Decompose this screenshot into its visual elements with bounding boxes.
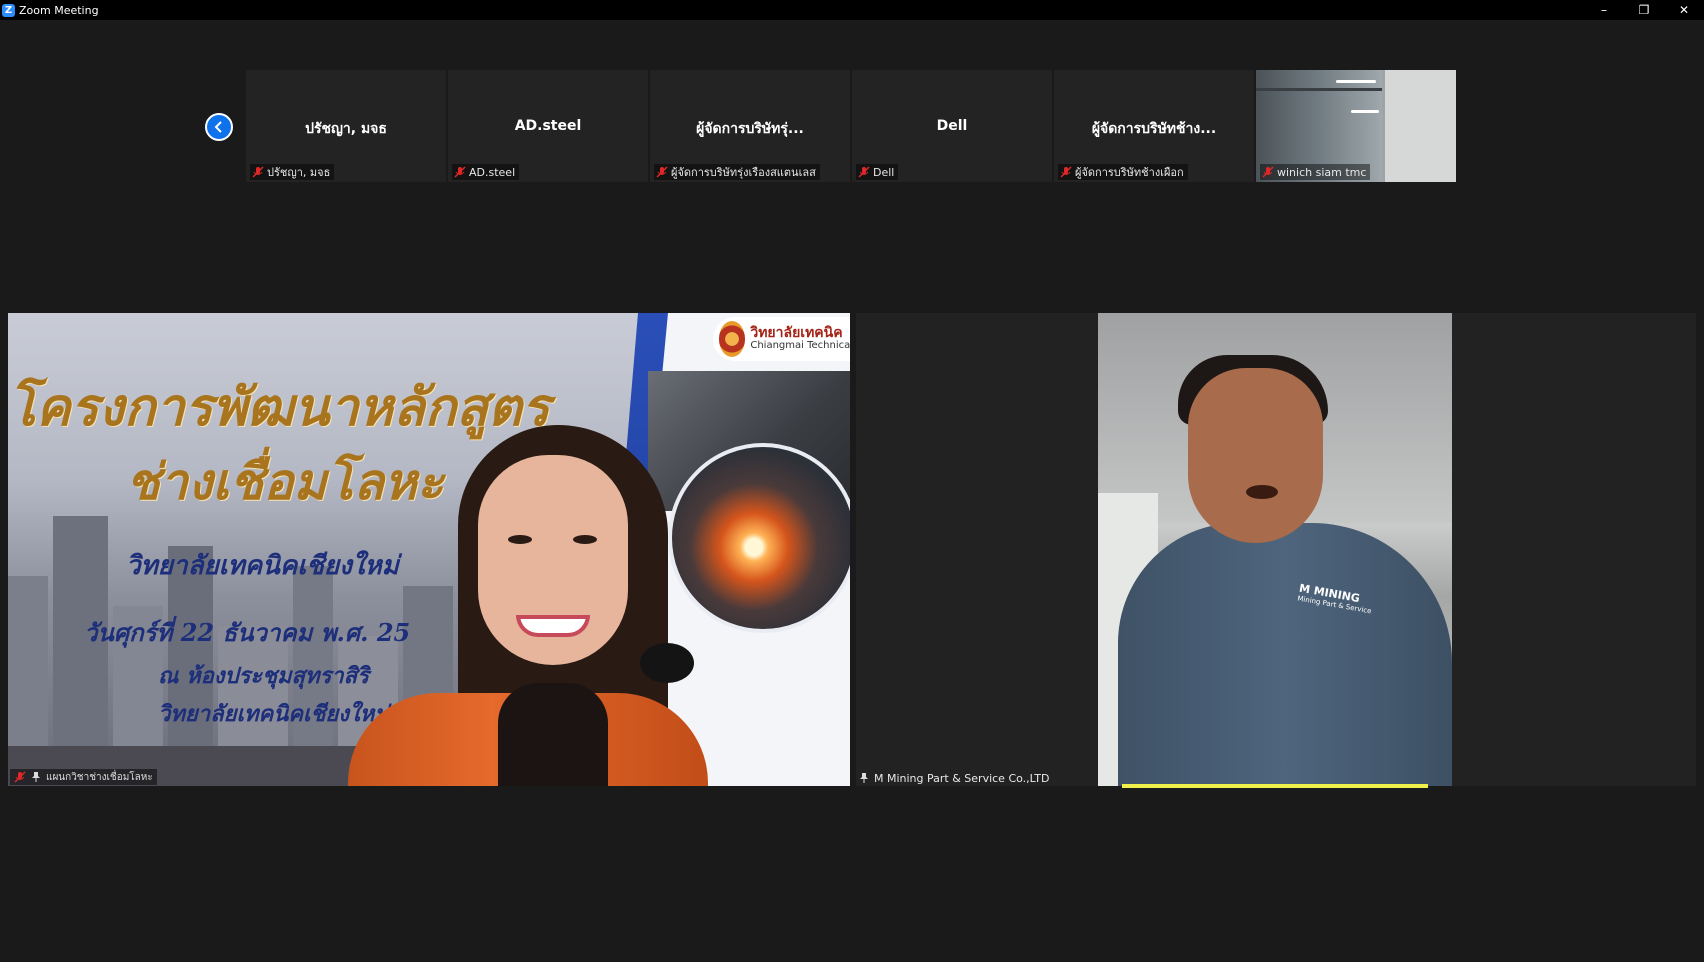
participant-face <box>1188 368 1323 543</box>
participant-name: AD.steel <box>514 118 582 134</box>
presenter-turtleneck <box>498 683 608 786</box>
mic-muted-icon <box>454 166 466 178</box>
video-ceiling-beam <box>1256 88 1382 91</box>
mic-muted-icon <box>1060 166 1072 178</box>
participant-tile[interactable]: ผู้จัดการบริษัทรุ่... ผู้จัดการบริษัทรุ่… <box>650 70 850 182</box>
participant-label-text: winich siam tmc <box>1277 165 1367 179</box>
main-video[interactable]: วิทยาลัยเทคนิค Chiangmai Technical โครงก… <box>8 313 850 786</box>
presenter-eye <box>573 535 597 544</box>
window-title: Zoom Meeting <box>19 3 99 17</box>
restore-button[interactable]: ❐ <box>1624 0 1664 20</box>
second-participant-video: M MINING Mining Part & Service <box>1098 313 1452 786</box>
participant-label: แผนกวิชาช่างเชื่อมโลหะ <box>10 769 157 785</box>
slide-venue: ณ ห้องประชุมสุทราสิริ <box>158 663 369 689</box>
college-logo-text: วิทยาลัยเทคนิค Chiangmai Technical <box>750 326 850 351</box>
microphone <box>640 643 694 683</box>
video-window-pane <box>1382 70 1456 182</box>
participant-name: Dell <box>936 118 968 134</box>
participant-label-text: Dell <box>873 165 895 179</box>
pin-icon <box>860 773 868 783</box>
participant-label: AD.steel <box>452 164 520 180</box>
participant-label: ผู้จัดการบริษัทรุ่งเรืองสแตนเลส <box>654 164 820 180</box>
zoom-logo-icon: Z <box>2 3 15 17</box>
mic-muted-icon <box>858 166 870 178</box>
gallery-strip: ปรัชญา, มจธ ปรัชญา, มจธ AD.steel AD.stee… <box>246 70 1456 182</box>
presenter-smile <box>516 615 590 637</box>
mic-muted-icon <box>1262 166 1274 178</box>
video-ceiling-light <box>1351 110 1379 113</box>
participant-label: ผู้จัดการบริษัทช้างเผือก <box>1058 164 1188 180</box>
participant-label-text: AD.steel <box>469 165 516 179</box>
presenter-video <box>348 425 708 786</box>
participant-label: ปรัชญา, มจธ <box>250 164 335 180</box>
chevron-left-icon <box>214 121 222 133</box>
participant-label: winich siam tmc <box>1260 164 1371 180</box>
mic-muted-icon <box>14 771 26 783</box>
close-button[interactable]: ✕ <box>1664 0 1704 20</box>
participant-label-text: ผู้จัดการบริษัทช้างเผือก <box>1075 166 1184 179</box>
participant-mouth <box>1246 485 1278 499</box>
mic-muted-icon <box>252 166 264 178</box>
participant-label: M Mining Part & Service Co.,LTD <box>858 770 1049 786</box>
college-logo-english: Chiangmai Technical <box>750 340 850 352</box>
participant-tile[interactable]: ผู้จัดการบริษัทช้าง... ผู้จัดการบริษัทช้… <box>1054 70 1254 182</box>
pin-icon <box>32 772 40 782</box>
participant-label: Dell <box>856 164 899 180</box>
title-bar: Z Zoom Meeting – ❐ ✕ <box>0 0 1704 20</box>
college-seal-icon <box>719 321 746 357</box>
active-speaker-indicator <box>1122 784 1428 788</box>
participant-tile[interactable]: Dell Dell <box>852 70 1052 182</box>
college-logo: วิทยาลัยเทคนิค Chiangmai Technical <box>713 317 850 361</box>
participant-label-text: แผนกวิชาช่างเชื่อมโลหะ <box>46 771 153 783</box>
participant-label-text: ผู้จัดการบริษัทรุ่งเรืองสแตนเลส <box>671 166 816 179</box>
participant-name: ผู้จัดการบริษัทช้าง... <box>1091 121 1217 137</box>
gallery-prev-button[interactable] <box>205 113 233 141</box>
participant-label-text: M Mining Part & Service Co.,LTD <box>874 771 1050 785</box>
participant-name: ปรัชญา, มจธ <box>305 121 387 137</box>
minimize-button[interactable]: – <box>1584 0 1624 20</box>
window-controls: – ❐ ✕ <box>1584 0 1704 20</box>
participant-name: ผู้จัดการบริษัทรุ่... <box>696 121 804 137</box>
participant-tile[interactable]: ปรัชญา, มจธ ปรัชญา, มจธ <box>246 70 446 182</box>
college-logo-thai: วิทยาลัยเทคนิค <box>750 325 843 342</box>
video-ceiling-light <box>1336 80 1376 83</box>
participant-label-text: ปรัชญา, มจธ <box>267 166 331 179</box>
participant-shirt <box>1118 523 1452 786</box>
presenter-eye <box>508 535 532 544</box>
participant-tile[interactable]: AD.steel AD.steel <box>448 70 648 182</box>
mic-muted-icon <box>656 166 668 178</box>
participant-video-tile[interactable]: winich siam tmc <box>1256 70 1456 182</box>
